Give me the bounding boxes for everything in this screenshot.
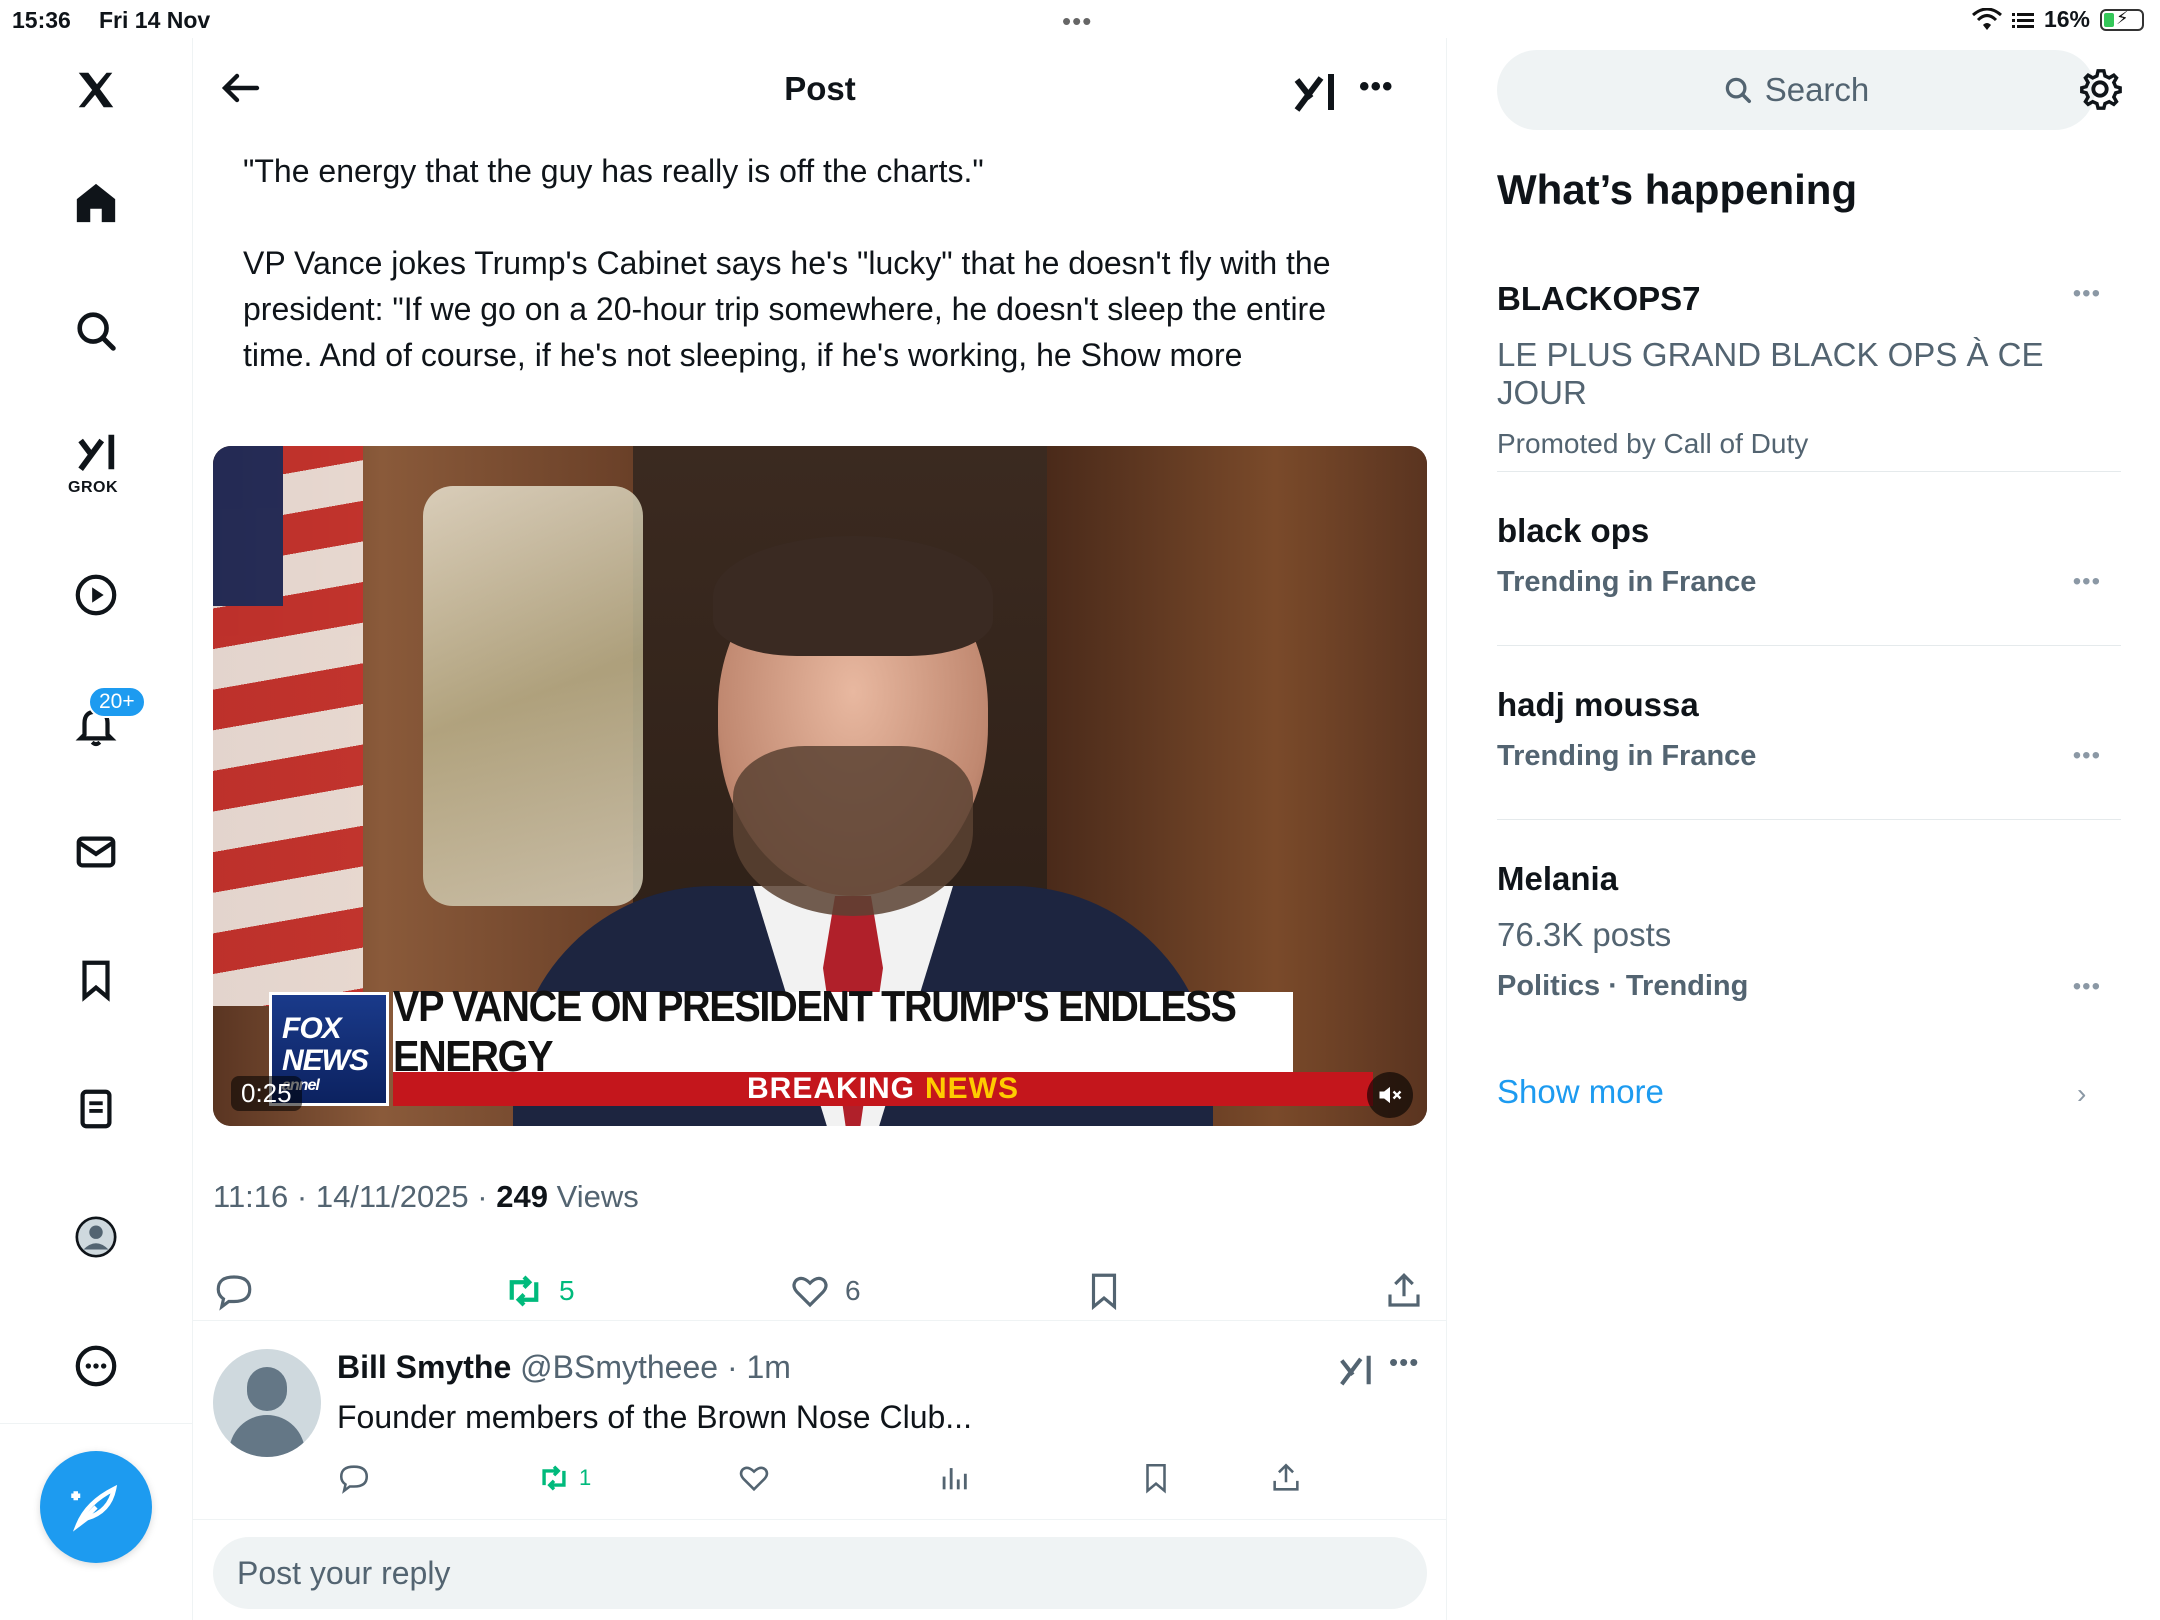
post-timestamp: 11:16 · 14/11/2025 · [213,1179,497,1214]
trend-more-icon[interactable]: ••• [2073,973,2101,1001]
video-duration: 0:25 [231,1076,302,1111]
reply-input[interactable]: Post your reply [213,1537,1427,1609]
retweet-icon [542,1465,566,1491]
list-icon [2011,12,2034,28]
multitasking-dots[interactable]: ••• [1062,6,1092,37]
more-options-icon[interactable]: ••• [1359,70,1394,104]
reply-retweet-count: 1 [579,1465,592,1490]
left-nav: GROK 20+ [0,38,193,1620]
retweet-count: 5 [559,1275,575,1306]
share-upload-icon [1388,1273,1420,1307]
search-placeholder: Search [1764,71,1870,108]
mute-button[interactable] [1367,1072,1413,1118]
reply-bubble-icon [216,1275,252,1311]
reply-analytics-button[interactable] [937,1461,971,1495]
right-sidebar: Search What’s happening BLACKOPS7 LE PLU… [1447,38,2160,1620]
reply-more-icon[interactable]: ••• [1389,1347,1419,1378]
trend-item[interactable]: Melania 76.3K posts Politics · Trending … [1497,860,2121,1003]
reply-share-button[interactable] [1269,1461,1303,1495]
retweet-icon [509,1275,539,1307]
trend-more-icon[interactable]: ••• [2073,742,2101,770]
trend-item[interactable]: black ops Trending in France ••• [1497,512,2121,599]
heart-icon [739,1466,769,1492]
avatar[interactable] [213,1349,321,1457]
whats-happening-title: What’s happening [1497,166,1858,213]
lists-icon[interactable] [66,1079,126,1139]
heart-icon [792,1276,828,1308]
wifi-icon [1971,7,2002,30]
news-headline: VP VANCE ON PRESIDENT TRUMP'S ENDLESS EN… [393,982,1293,1081]
battery-percent: 16% [2043,6,2090,32]
post-meta: 11:16 · 14/11/2025 · 249 Views [213,1179,639,1215]
bookmark-icon [1091,1273,1117,1311]
settings-gear-icon[interactable] [2077,66,2123,112]
post-body: "The energy that the guy has really is o… [243,148,1373,378]
reply-actions: 1 [337,1461,1337,1501]
share-upload-icon [1273,1463,1299,1491]
compose-post-button[interactable] [40,1451,152,1563]
reply-author-name[interactable]: Bill Smythe [337,1349,511,1385]
reply-text: Founder members of the Brown Nose Club..… [337,1399,972,1435]
reply-author-handle: @BSmytheee · 1m [511,1349,791,1385]
show-more-link[interactable]: Show more [1497,1073,1664,1111]
post-text-quote: "The energy that the guy has really is o… [243,153,984,189]
x-logo-icon[interactable] [66,60,126,120]
bookmark-icon [1146,1463,1166,1494]
main-column: Post ••• "The energy that the guy has re… [193,38,1447,1620]
analytics-bars-icon [942,1468,967,1490]
status-time: 15:36 [12,7,71,33]
grok-icon[interactable] [66,422,126,482]
grok-label: GROK [68,479,118,496]
video-play-icon[interactable] [66,565,126,625]
news-lower-third: FOX NEWS annel VP VANCE ON PRESIDENT TRU… [269,982,1393,1106]
search-input[interactable]: Search [1497,50,2095,130]
status-date: Fri 14 Nov [99,7,211,33]
reply-bookmark-button[interactable] [1139,1461,1173,1495]
messages-mail-icon[interactable] [66,822,126,882]
reply-reply-button[interactable] [337,1461,371,1495]
us-flag [213,446,363,1006]
nav-divider [0,1423,193,1424]
views-count: 249 [496,1179,548,1214]
bookmark-button[interactable] [1083,1270,1125,1312]
share-button[interactable] [1383,1270,1425,1312]
grok-icon[interactable] [1291,68,1339,116]
home-icon[interactable] [66,173,126,233]
compose-feather-icon [71,1484,118,1532]
like-count: 6 [845,1275,861,1306]
bookmarks-icon[interactable] [66,950,126,1010]
trend-more-icon[interactable]: ••• [2073,280,2101,308]
retweet-button[interactable]: 5 [503,1270,575,1312]
chevron-right-icon: › [2077,1078,2087,1109]
reply-retweet-button[interactable]: 1 [537,1461,591,1495]
post-text-main[interactable]: VP Vance jokes Trump's Cabinet says he's… [243,240,1373,378]
divider [193,1519,1447,1520]
page-title: Post [784,70,856,107]
views-label: Views [547,1179,639,1214]
notifications-badge: 20+ [88,686,146,718]
profile-avatar-icon[interactable] [66,1207,126,1267]
status-right: 16% ⚡ [1971,6,2144,33]
battery-icon: ⚡ [2100,8,2144,31]
status-bar: 15:36 Fri 14 Nov ••• 16% ⚡ [0,0,2160,38]
video-player[interactable]: FOX NEWS annel VP VANCE ON PRESIDENT TRU… [213,446,1427,1126]
trend-item[interactable]: hadj moussa Trending in France ••• [1497,686,2121,773]
reply-author[interactable]: Bill Smythe @BSmytheee · 1m [337,1349,791,1386]
explore-search-icon[interactable] [66,301,126,361]
reply-bubble-icon [339,1465,369,1494]
more-circle-icon[interactable] [66,1336,126,1396]
post-header: Post ••• [193,38,1447,138]
reply-like-button[interactable] [737,1461,771,1495]
breaking-news-bar: BREAKING NEWS [393,1072,1373,1106]
reply-item[interactable]: Bill Smythe @BSmytheee · 1m ••• Founder … [193,1321,1447,1521]
reply-button[interactable] [213,1270,255,1312]
grok-icon[interactable] [1337,1351,1375,1389]
search-icon [1725,77,1751,103]
speaker-muted-icon [1379,1086,1402,1104]
trend-more-icon[interactable]: ••• [2073,568,2101,596]
trend-item-promoted[interactable]: BLACKOPS7 LE PLUS GRAND BLACK OPS À CE J… [1497,280,2121,460]
like-button[interactable]: 6 [789,1270,861,1312]
